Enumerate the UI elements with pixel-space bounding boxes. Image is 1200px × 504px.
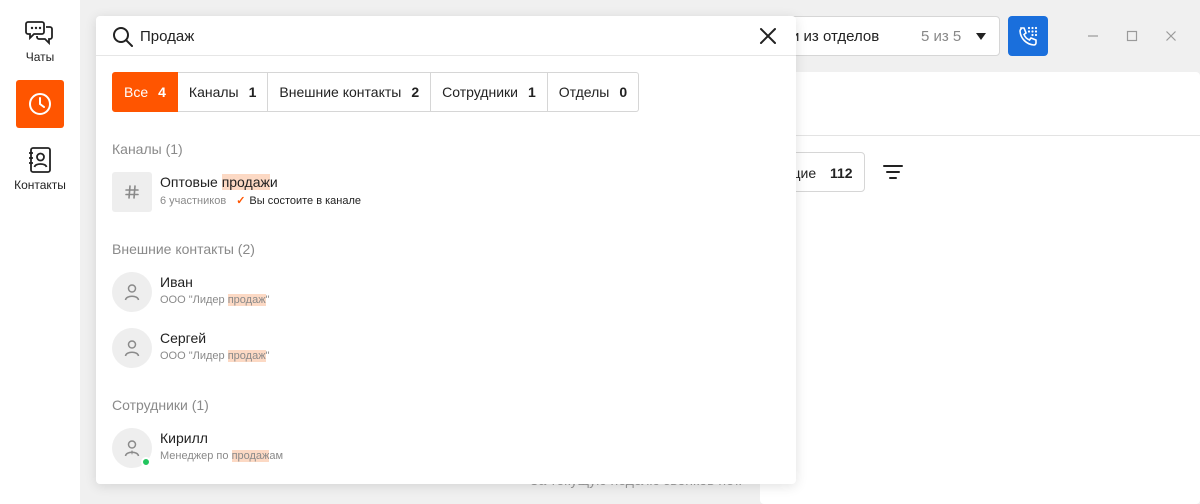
- search-match-highlight: продаж: [221, 174, 270, 190]
- search-match-highlight: продаж: [231, 450, 270, 462]
- dialpad-call-button[interactable]: [1008, 16, 1048, 56]
- tab-all-label: Все: [124, 84, 149, 100]
- close-icon[interactable]: [758, 26, 778, 46]
- department-select-label: и из отделов: [791, 28, 880, 45]
- external-contact-result[interactable]: Иван ООО "Лидер продаж": [112, 270, 780, 314]
- department-select-count: 5 из 5: [921, 28, 962, 45]
- nav-contacts[interactable]: Контакты: [0, 146, 80, 192]
- user-icon: [124, 284, 140, 301]
- section-title-channels: Каналы (1): [112, 141, 183, 157]
- nav-history[interactable]: [16, 80, 64, 128]
- company-prefix: ООО "Лидер: [160, 350, 228, 362]
- hash-icon: [125, 185, 139, 199]
- contact-company: ООО "Лидер продаж": [160, 294, 269, 306]
- tab-external-contacts[interactable]: Внешние контакты 2: [268, 72, 432, 112]
- tab-channels-label: Каналы: [188, 84, 239, 100]
- calls-panel: [760, 72, 1200, 504]
- panel-divider: [760, 135, 1200, 136]
- section-title-external-contacts: Внешние контакты (2): [112, 241, 255, 257]
- search-input[interactable]: [140, 24, 740, 48]
- search-match-highlight: продаж: [227, 294, 266, 306]
- avatar: [112, 272, 152, 312]
- checkmark-icon: ✓: [236, 195, 246, 207]
- section-title-employees: Сотрудники (1): [112, 397, 209, 413]
- channel-avatar: [112, 172, 152, 212]
- contact-company: ООО "Лидер продаж": [160, 350, 269, 362]
- chat-bubbles-icon: [25, 21, 53, 46]
- tab-employees[interactable]: Сотрудники 1: [431, 72, 548, 112]
- tab-employees-count: 1: [527, 84, 536, 100]
- avatar: [112, 328, 152, 368]
- online-status-indicator: [141, 457, 151, 467]
- tab-external-contacts-label: Внешние контакты: [279, 84, 402, 100]
- external-contact-result[interactable]: Сергей ООО "Лидер продаж": [112, 326, 780, 370]
- company-prefix: ООО "Лидер: [160, 294, 228, 306]
- channel-name-prefix: Оптовые: [160, 174, 222, 190]
- nav-chats-label: Чаты: [25, 50, 55, 64]
- tab-all-count: 4: [158, 84, 166, 100]
- clock-icon: [29, 93, 51, 115]
- window-close-button[interactable]: [1161, 26, 1181, 46]
- search-match-highlight: продаж: [227, 350, 266, 362]
- employee-name: Кирилл: [160, 430, 208, 446]
- tab-employees-label: Сотрудники: [442, 84, 518, 100]
- caret-down-icon: [976, 33, 986, 40]
- employee-user-icon: [124, 440, 140, 457]
- phone-dialpad-icon: [1019, 26, 1038, 46]
- nav-contacts-label: Контакты: [14, 178, 66, 192]
- maximize-icon: [1126, 30, 1138, 42]
- window-close-icon: [1166, 31, 1176, 41]
- tab-channels-count: 1: [248, 84, 257, 100]
- contacts-book-icon: [29, 147, 51, 173]
- employee-result[interactable]: Кирилл Менеджер по продажам: [112, 426, 780, 470]
- search-filter-tabs: Все 4 Каналы 1 Внешние контакты 2 Сотруд…: [112, 72, 640, 112]
- search-icon: [113, 27, 133, 47]
- tab-departments-count: 0: [619, 84, 628, 100]
- channel-name-suffix: и: [269, 174, 278, 190]
- tab-external-contacts-count: 2: [411, 84, 420, 100]
- maximize-button[interactable]: [1122, 26, 1142, 46]
- position-prefix: Менеджер по: [160, 450, 232, 462]
- tab-channels[interactable]: Каналы 1: [177, 72, 269, 112]
- tab-departments[interactable]: Отделы 0: [547, 72, 640, 112]
- minimize-button[interactable]: [1083, 26, 1103, 46]
- channel-membership-status: Вы состоите в канале: [249, 195, 362, 207]
- contact-name: Иван: [160, 274, 193, 290]
- company-suffix: ": [265, 294, 270, 306]
- filter-lines-icon[interactable]: [882, 162, 904, 182]
- contact-name: Сергей: [160, 330, 207, 346]
- channel-member-count: 6 участников: [160, 195, 227, 207]
- channel-meta: 6 участников ✓ Вы состоите в канале: [160, 194, 361, 207]
- filter-pill-count: 112: [830, 165, 853, 181]
- tab-departments-label: Отделы: [558, 84, 610, 100]
- channel-result[interactable]: Оптовые продажи 6 участников ✓ Вы состоите…: [112, 170, 780, 214]
- department-select[interactable]: и из отделов 5 из 5: [770, 16, 1000, 56]
- tab-all[interactable]: Все 4: [112, 72, 178, 112]
- company-suffix: ": [265, 350, 270, 362]
- search-popup: Все 4 Каналы 1 Внешние контакты 2 Сотруд…: [96, 16, 796, 484]
- employee-position: Менеджер по продажам: [160, 450, 283, 462]
- sidebar: Чаты Контакты: [0, 0, 80, 504]
- nav-chats[interactable]: Чаты: [0, 18, 80, 64]
- channel-name: Оптовые продажи: [160, 174, 278, 190]
- user-icon: [124, 340, 140, 357]
- minimize-icon: [1088, 35, 1098, 37]
- position-suffix: ам: [269, 450, 284, 462]
- search-bar: [96, 16, 796, 56]
